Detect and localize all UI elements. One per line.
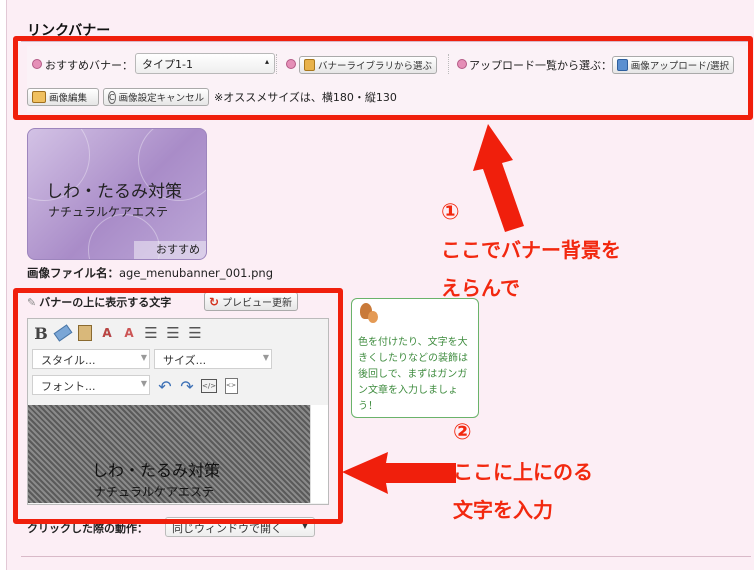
annotation-num-2: ② <box>453 420 472 445</box>
annotation-text-1a: ここでバナー背景を <box>441 238 621 262</box>
squirrel-icon <box>360 303 378 325</box>
annotation-text-2b: 文字を入力 <box>453 498 553 522</box>
annotation-box-1 <box>13 36 753 120</box>
bottom-divider <box>21 556 751 557</box>
annotation-text-1b: えらんで <box>441 276 520 300</box>
filename-label: 画像ファイル名： <box>27 266 119 280</box>
filename-value: age_menubanner_001.png <box>119 266 273 280</box>
arrow-up-icon <box>473 124 524 232</box>
annotation-text-2a: ここに上にのる <box>453 460 593 484</box>
banner-preview-image: しわ・たるみ対策 ナチュラルケアエステ おすすめ <box>27 128 207 260</box>
annotation-box-2 <box>13 288 343 524</box>
filename-row: 画像ファイル名：age_menubanner_001.png <box>27 265 273 281</box>
tip-bubble: 色を付けたり、文字を大きくしたりなどの装飾は後回しで、まずはガンガン文章を入力し… <box>351 298 479 418</box>
arrow-left-icon <box>342 452 456 494</box>
annotation-num-1: ① <box>441 200 460 225</box>
banner-line1: しわ・たるみ対策 <box>46 182 182 202</box>
banner-line2: ナチュラルケアエステ <box>48 205 169 219</box>
page-background: リンクバナー おすすめバナー： タイプ1-1 ▴ バナーライブラリから選ぶ アッ… <box>6 0 754 570</box>
tip-text: 色を付けたり、文字を大きくしたりなどの装飾は後回しで、まずはガンガン文章を入力し… <box>358 337 468 412</box>
banner-tag: おすすめ <box>134 241 206 259</box>
